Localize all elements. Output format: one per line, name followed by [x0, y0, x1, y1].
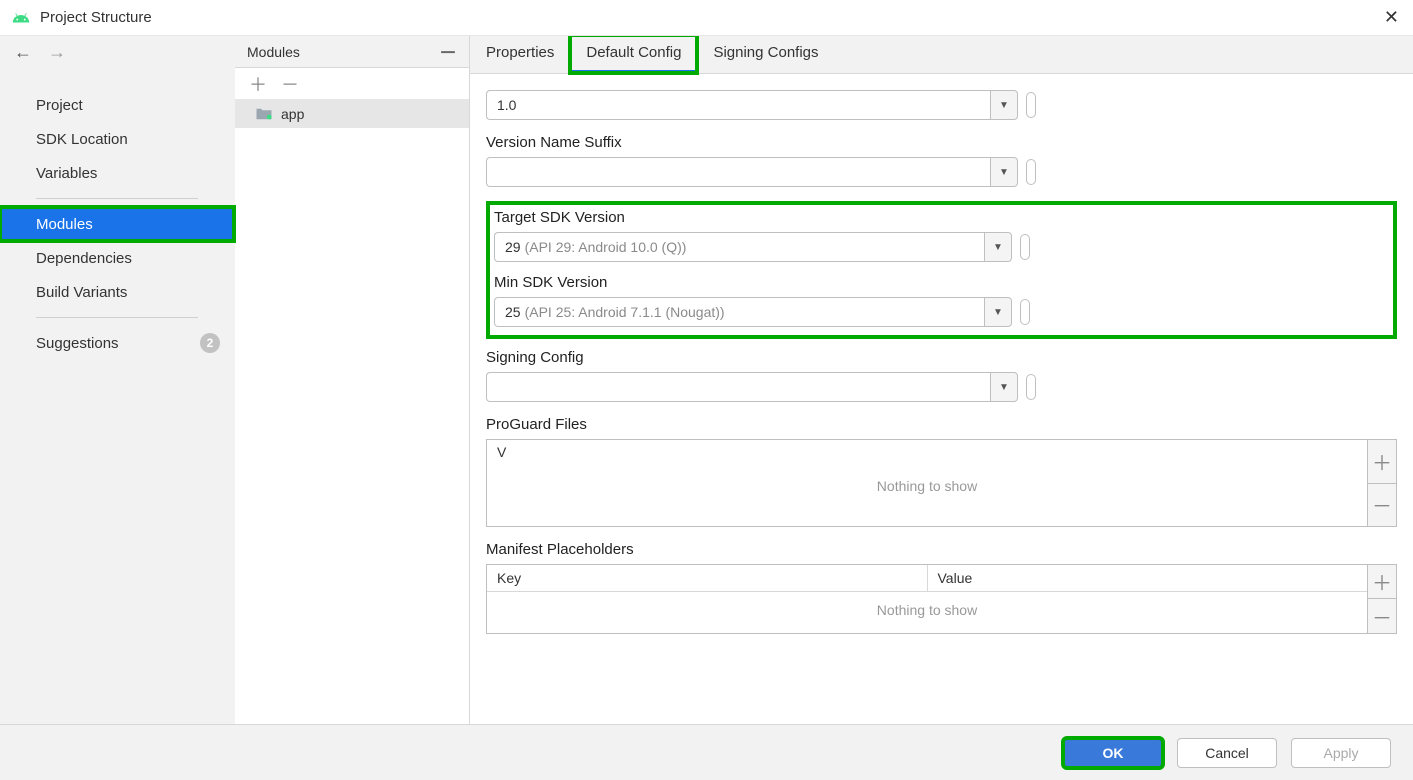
details-body: 1.0 ▼ Version Name Suffix ▼: [470, 74, 1413, 724]
cancel-button[interactable]: Cancel: [1177, 738, 1277, 768]
add-manifest-button[interactable]: ＋: [1367, 564, 1397, 599]
version-name-field: 1.0 ▼: [486, 90, 1397, 120]
nav-arrows: ← →: [0, 36, 234, 68]
ok-button[interactable]: OK: [1063, 738, 1163, 768]
dialog-footer: OK Cancel Apply: [0, 724, 1413, 780]
module-item-app[interactable]: app: [235, 100, 469, 128]
modules-title: Modules: [247, 44, 300, 60]
field-handle[interactable]: [1026, 159, 1036, 185]
version-name-value: 1.0: [497, 97, 516, 113]
remove-proguard-button[interactable]: －: [1367, 484, 1397, 528]
sidebar-item-label: Build Variants: [36, 284, 127, 301]
proguard-buttons: ＋ －: [1367, 439, 1397, 527]
field-label: Min SDK Version: [494, 274, 1387, 291]
sidebar-item-label: Dependencies: [36, 250, 132, 267]
folder-icon: [255, 107, 273, 121]
apply-button[interactable]: Apply: [1291, 738, 1391, 768]
target-sdk-combo[interactable]: 29 (API 29: Android 10.0 (Q)) ▼: [494, 232, 1012, 262]
field-handle[interactable]: [1020, 234, 1030, 260]
version-name-suffix-field: Version Name Suffix ▼: [486, 134, 1397, 187]
close-icon[interactable]: ✕: [1384, 7, 1399, 28]
signing-config-field: Signing Config ▼: [486, 349, 1397, 402]
suggestions-badge: 2: [200, 333, 220, 353]
modules-toolbar: ＋ －: [235, 68, 469, 100]
remove-module-button[interactable]: －: [281, 71, 299, 97]
window-title: Project Structure: [40, 9, 152, 26]
min-sdk-combo[interactable]: 25 (API 25: Android 7.1.1 (Nougat)) ▼: [494, 297, 1012, 327]
back-arrow-icon[interactable]: ←: [14, 42, 32, 63]
field-label: Version Name Suffix: [486, 134, 1397, 151]
details-panel: Properties Default Config Signing Config…: [470, 36, 1413, 724]
sidebar-item-label: Variables: [36, 165, 97, 182]
sidebar-item-label: Modules: [36, 216, 93, 233]
sidebar-item-modules[interactable]: Modules: [0, 207, 234, 241]
sidebar: ← → Project SDK Location Variables Modul…: [0, 36, 235, 724]
sidebar-item-dependencies[interactable]: Dependencies: [0, 241, 234, 275]
field-label: Signing Config: [486, 349, 1397, 366]
manifest-key-header: Key: [487, 565, 928, 591]
module-item-label: app: [281, 106, 304, 122]
version-name-combo[interactable]: 1.0 ▼: [486, 90, 1018, 120]
target-sdk-value: 29: [505, 239, 521, 255]
manifest-field: Manifest Placeholders Key Value Nothing …: [486, 541, 1397, 634]
modules-panel: Modules － ＋ － app: [235, 36, 470, 724]
min-sdk-value: 25: [505, 304, 521, 320]
field-label: ProGuard Files: [486, 416, 1397, 433]
forward-arrow-icon[interactable]: →: [48, 42, 66, 63]
min-sdk-field: Min SDK Version 25 (API 25: Android 7.1.…: [494, 274, 1387, 327]
chevron-down-icon[interactable]: ▼: [990, 90, 1018, 120]
sidebar-item-label: Project: [36, 97, 83, 114]
modules-header: Modules －: [235, 36, 469, 68]
sidebar-item-label: SDK Location: [36, 131, 128, 148]
minimize-icon[interactable]: －: [439, 39, 457, 65]
manifest-buttons: ＋ －: [1367, 564, 1397, 634]
chevron-down-icon[interactable]: ▼: [984, 232, 1012, 262]
tab-properties[interactable]: Properties: [470, 36, 570, 73]
android-icon: [12, 9, 30, 27]
target-sdk-field: Target SDK Version 29 (API 29: Android 1…: [494, 209, 1387, 262]
proguard-listbox[interactable]: V Nothing to show: [486, 439, 1367, 527]
chevron-down-icon[interactable]: ▼: [990, 157, 1018, 187]
sidebar-separator: [36, 198, 198, 199]
sidebar-item-sdk-location[interactable]: SDK Location: [0, 122, 234, 156]
remove-manifest-button[interactable]: －: [1367, 599, 1397, 634]
sidebar-items: Project SDK Location Variables Modules D…: [0, 68, 234, 360]
proguard-field: ProGuard Files V Nothing to show ＋ －: [486, 416, 1397, 527]
add-module-button[interactable]: ＋: [249, 71, 267, 97]
chevron-down-icon[interactable]: ▼: [990, 372, 1018, 402]
tabs: Properties Default Config Signing Config…: [470, 36, 1413, 74]
field-handle[interactable]: [1026, 92, 1036, 118]
manifest-empty-text: Nothing to show: [487, 602, 1367, 618]
sidebar-item-label: Suggestions: [36, 335, 119, 352]
sidebar-item-variables[interactable]: Variables: [0, 156, 234, 190]
field-handle[interactable]: [1026, 374, 1036, 400]
target-sdk-hint: (API 29: Android 10.0 (Q)): [525, 239, 687, 255]
module-list: app: [235, 100, 469, 724]
proguard-empty-text: Nothing to show: [487, 478, 1367, 494]
sidebar-item-build-variants[interactable]: Build Variants: [0, 275, 234, 309]
tab-default-config[interactable]: Default Config: [570, 36, 697, 73]
manifest-table[interactable]: Key Value Nothing to show: [486, 564, 1367, 634]
proguard-row: V: [487, 440, 1367, 464]
min-sdk-hint: (API 25: Android 7.1.1 (Nougat)): [525, 304, 725, 320]
manifest-value-header: Value: [928, 565, 1368, 591]
chevron-down-icon[interactable]: ▼: [984, 297, 1012, 327]
add-proguard-button[interactable]: ＋: [1367, 439, 1397, 484]
manifest-table-header: Key Value: [487, 565, 1367, 592]
sidebar-item-project[interactable]: Project: [0, 88, 234, 122]
sdk-version-group: Target SDK Version 29 (API 29: Android 1…: [486, 201, 1397, 339]
signing-config-combo[interactable]: ▼: [486, 372, 1018, 402]
sidebar-item-suggestions[interactable]: Suggestions 2: [0, 326, 234, 360]
version-name-suffix-combo[interactable]: ▼: [486, 157, 1018, 187]
field-label: Manifest Placeholders: [486, 541, 1397, 558]
main-area: ← → Project SDK Location Variables Modul…: [0, 36, 1413, 724]
sidebar-separator: [36, 317, 198, 318]
field-label: Target SDK Version: [494, 209, 1387, 226]
tab-signing-configs[interactable]: Signing Configs: [697, 36, 834, 73]
title-bar: Project Structure ✕: [0, 0, 1413, 36]
field-handle[interactable]: [1020, 299, 1030, 325]
